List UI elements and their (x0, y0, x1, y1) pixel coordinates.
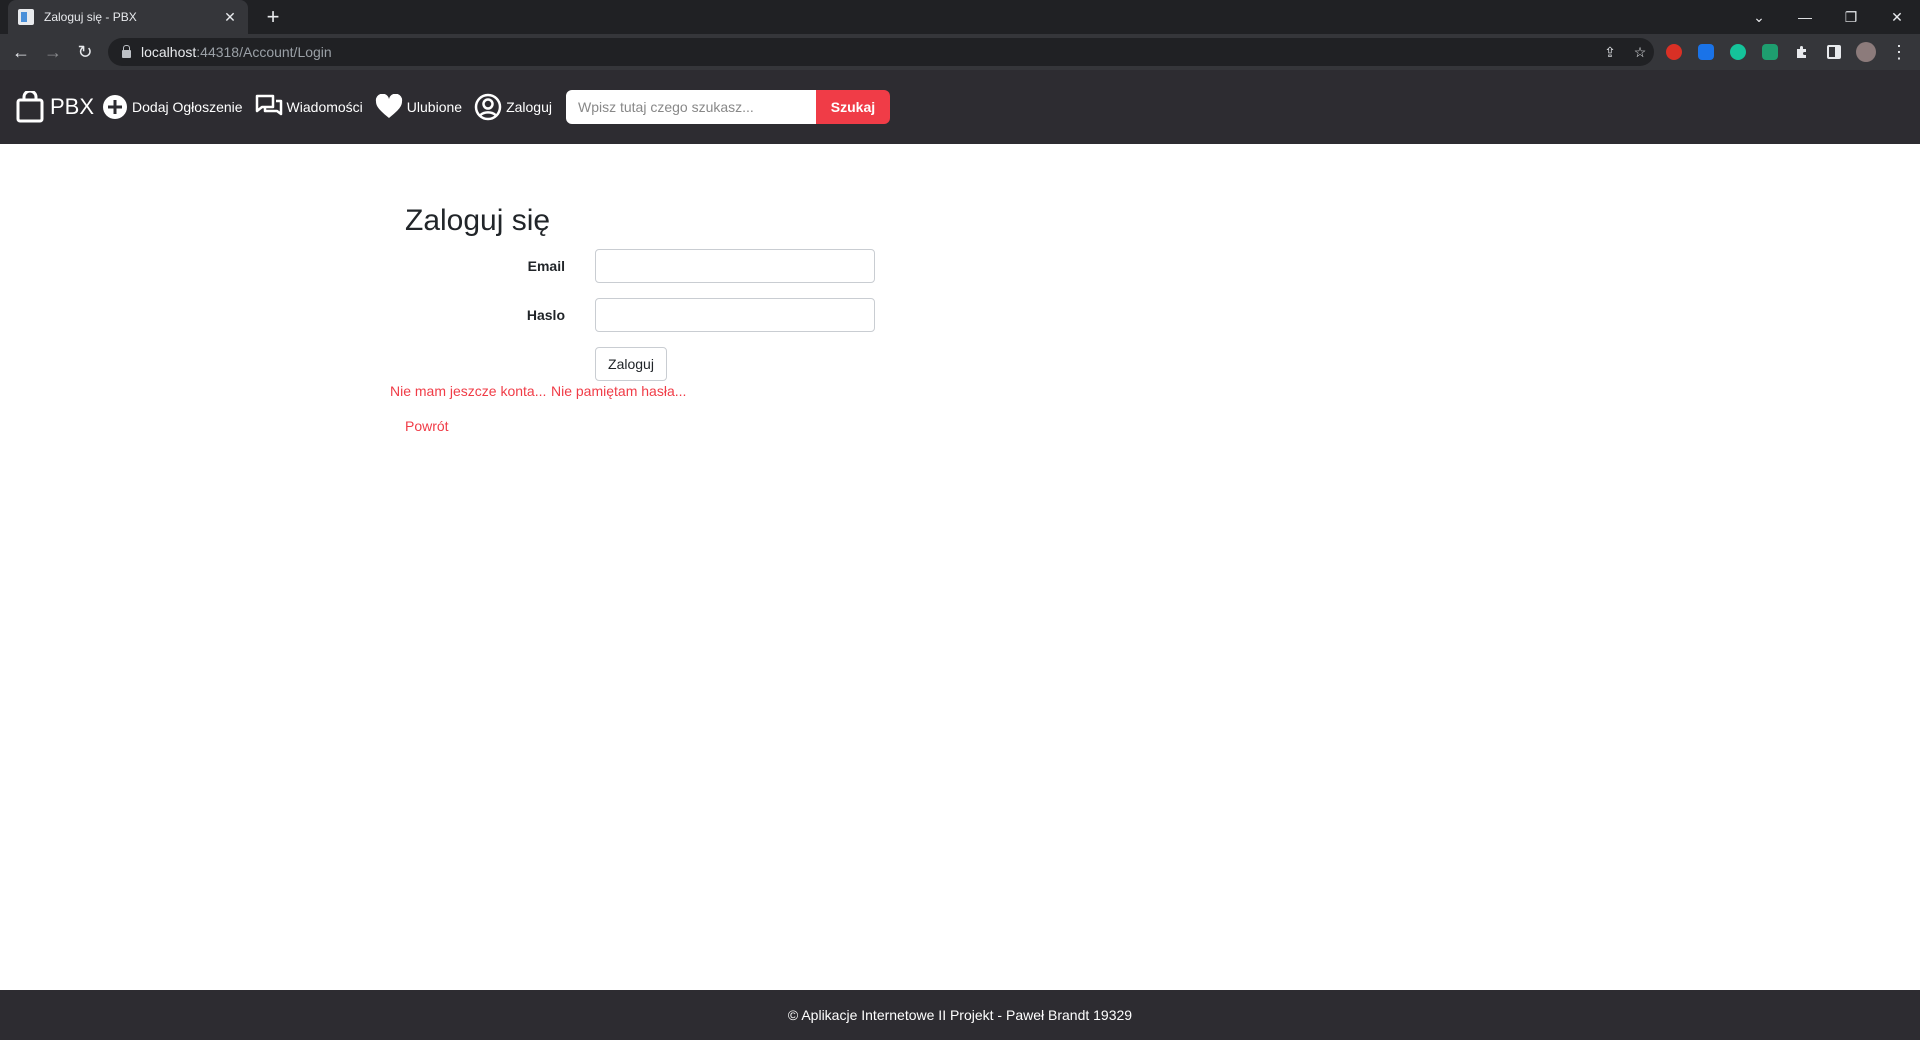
nav-messages-label: Wiadomości (286, 99, 363, 115)
browser-tab-bar: Zaloguj się - PBX ✕ + ⌄ — ❐ ✕ (0, 0, 1920, 34)
nav-login-label: Zaloguj (506, 99, 552, 115)
footer-text: © Aplikacje Internetowe II Projekt - Paw… (787, 1007, 1133, 1023)
chat-bubbles-icon (255, 94, 282, 116)
favicon-icon (18, 9, 34, 25)
nav-messages[interactable]: Wiadomości (255, 94, 363, 120)
brand-name: PBX (50, 94, 95, 119)
nav-add-listing[interactable]: Dodaj Ogłoszenie (102, 94, 243, 120)
page-title: Zaloguj się (405, 204, 551, 237)
search-form: Szukaj (565, 90, 890, 124)
email-field[interactable] (595, 249, 875, 283)
password-label: Haslo (526, 307, 565, 323)
shopping-bag-icon (16, 91, 44, 123)
nav-login[interactable]: Zaloguj (474, 93, 552, 121)
search-input[interactable] (565, 90, 816, 124)
minimize-button[interactable]: — (1782, 0, 1828, 34)
profile-avatar-icon[interactable] (1856, 42, 1876, 62)
site-navbar: PBX Dodaj Ogłoszenie Wiadomości Ulubione… (0, 70, 1920, 144)
brand-link[interactable]: PBX (16, 91, 94, 123)
browser-tab[interactable]: Zaloguj się - PBX ✕ (8, 0, 248, 34)
password-field[interactable] (595, 298, 875, 332)
search-button[interactable]: Szukaj (815, 90, 890, 124)
url-path: :44318/Account/Login (196, 44, 332, 60)
browser-menu-icon[interactable]: ⋮ (1886, 39, 1912, 65)
forgot-password-link[interactable]: Nie pamiętam hasła... (551, 383, 686, 399)
extension-q-icon[interactable] (1762, 44, 1778, 60)
lock-icon (122, 45, 131, 58)
browser-toolbar: ← → ↻ localhost:44318/Account/Login ⇪ ☆ … (0, 34, 1920, 70)
close-window-button[interactable]: ✕ (1874, 0, 1920, 34)
back-button[interactable]: ← (8, 39, 34, 65)
forward-button[interactable]: → (40, 39, 66, 65)
extension-grammarly-icon[interactable] (1730, 44, 1746, 60)
nav-favorites-label: Ulubione (406, 99, 463, 115)
extension-adblock-icon[interactable] (1666, 44, 1682, 60)
url-host: localhost (141, 44, 197, 60)
tab-search-icon[interactable]: ⌄ (1736, 0, 1782, 34)
new-tab-button[interactable]: + (260, 4, 286, 30)
address-bar[interactable]: localhost:44318/Account/Login ⇪ ☆ (108, 38, 1654, 66)
back-link[interactable]: Powrót (405, 418, 449, 434)
register-link[interactable]: Nie mam jeszcze konta... (390, 383, 546, 399)
reload-button[interactable]: ↻ (72, 39, 98, 65)
tab-title: Zaloguj się - PBX (44, 10, 137, 24)
bookmark-star-icon[interactable]: ☆ (1632, 44, 1648, 60)
reading-list-icon[interactable] (1826, 44, 1842, 60)
login-submit-button[interactable]: Zaloguj (595, 347, 667, 381)
plus-circle-icon (103, 95, 128, 119)
restore-button[interactable]: ❐ (1828, 0, 1874, 34)
heart-icon (375, 94, 402, 118)
tab-close-icon[interactable]: ✕ (222, 9, 238, 26)
extension-cloud-icon[interactable] (1698, 44, 1714, 60)
user-circle-icon (474, 93, 502, 121)
email-label: Email (527, 258, 565, 274)
nav-add-listing-label: Dodaj Ogłoszenie (132, 99, 243, 115)
site-footer: © Aplikacje Internetowe II Projekt - Paw… (0, 990, 1920, 1040)
extensions-puzzle-icon[interactable] (1794, 44, 1810, 60)
nav-favorites[interactable]: Ulubione (375, 94, 462, 120)
share-icon[interactable]: ⇪ (1602, 44, 1618, 60)
